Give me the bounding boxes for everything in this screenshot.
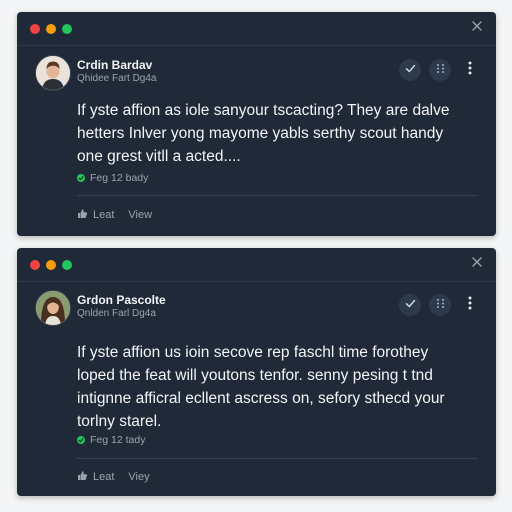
grid-icon: [435, 296, 446, 314]
page: Crdin Bardav Qhidee Fart Dg4a If yste af…: [0, 0, 512, 512]
window-maximize-dot[interactable]: [62, 260, 72, 270]
post-body-line: intignne afficral ecllent ascress on, se…: [77, 390, 445, 407]
like-label: Lеat: [93, 471, 115, 483]
more-button[interactable]: [464, 295, 476, 315]
like-button[interactable]: Lеat: [77, 470, 114, 484]
status-check-icon: [77, 436, 85, 444]
grid-icon: [435, 61, 446, 79]
view-button[interactable]: Viey: [128, 471, 149, 483]
post-header: Grdon Pascolte Qnlden Farl Dg4a: [35, 290, 478, 330]
view-button[interactable]: View: [128, 209, 152, 221]
check-icon: [405, 61, 416, 79]
post-card-2: Grdon Pascolte Qnlden Farl Dg4a If yste …: [17, 248, 496, 496]
post-header: Crdin Bardav Qhidee Fart Dg4a: [35, 55, 478, 95]
author-name[interactable]: Grdon Pascolte: [77, 293, 166, 307]
more-button[interactable]: [464, 60, 476, 80]
status-check-icon: [77, 174, 85, 182]
thumbs-up-icon: [77, 470, 88, 484]
grid-button[interactable]: [429, 294, 451, 316]
post-actions: Lеat View: [77, 208, 152, 222]
like-button[interactable]: Lеat: [77, 208, 114, 222]
post-body-line: hetters Inlver yong mayome yabls serthy …: [77, 125, 444, 142]
window-close-dot[interactable]: [30, 260, 40, 270]
window-minimize-dot[interactable]: [46, 260, 56, 270]
post-body-line: loped the feat will youtons tenfor. senn…: [77, 367, 433, 384]
post-status: Feg 12 bady: [77, 172, 148, 184]
check-button[interactable]: [399, 294, 421, 316]
divider: [77, 458, 478, 459]
author-subtitle: Qhidee Fart Dg4a: [77, 73, 157, 84]
thumbs-up-icon: [77, 208, 88, 222]
window-close-dot[interactable]: [30, 24, 40, 34]
close-icon[interactable]: [470, 256, 484, 270]
titlebar: [17, 12, 496, 46]
post-body-line: one grest vitll a acted....: [77, 148, 241, 165]
post-body-line: If yste affion as iole sanyour tscacting…: [77, 102, 450, 119]
status-text: Feg 12 bady: [90, 172, 149, 184]
author-subtitle: Qnlden Farl Dg4a: [77, 308, 156, 319]
window-maximize-dot[interactable]: [62, 24, 72, 34]
post-body-line: If yste affion us ioin secove rep faschl…: [77, 344, 429, 361]
avatar[interactable]: [35, 55, 71, 91]
avatar[interactable]: [35, 290, 71, 326]
more-vertical-icon: [468, 296, 472, 315]
titlebar: [17, 248, 496, 282]
more-vertical-icon: [468, 61, 472, 80]
like-label: Lеat: [93, 209, 115, 221]
author-name[interactable]: Crdin Bardav: [77, 58, 152, 72]
post-body: If yste affion as iole sanyour tscacting…: [77, 99, 474, 168]
post-card-1: Crdin Bardav Qhidee Fart Dg4a If yste af…: [17, 12, 496, 236]
check-icon: [405, 296, 416, 314]
post-actions: Lеat Viey: [77, 470, 150, 484]
window-minimize-dot[interactable]: [46, 24, 56, 34]
close-icon[interactable]: [470, 20, 484, 34]
post-status: Feg 12 tady: [77, 434, 145, 446]
divider: [77, 195, 478, 196]
post-body: If yste affion us ioin secove rep faschl…: [77, 341, 474, 433]
check-button[interactable]: [399, 59, 421, 81]
post-body-line: torlny starel.: [77, 413, 162, 430]
grid-button[interactable]: [429, 59, 451, 81]
view-label: View: [128, 209, 153, 221]
status-text: Feg 12 tady: [90, 434, 146, 446]
view-label: Viey: [128, 471, 150, 483]
